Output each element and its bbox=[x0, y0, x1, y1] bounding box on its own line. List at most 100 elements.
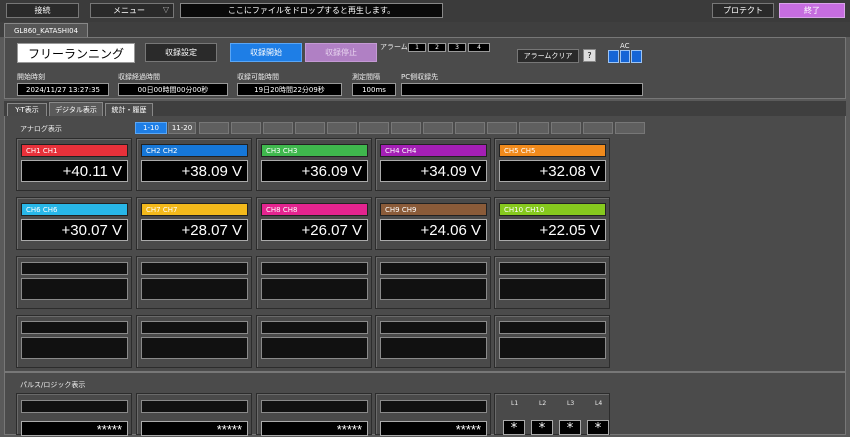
channel-value: +28.07 V bbox=[141, 219, 248, 241]
record-start-button[interactable]: 収録開始 bbox=[230, 43, 302, 62]
interval-value: 100ms bbox=[352, 83, 396, 96]
connect-button[interactable]: 接続 bbox=[6, 3, 79, 18]
elapsed-label: 収録経過時間 bbox=[118, 73, 160, 81]
start-time-value: 2024/11/27 13:27:35 bbox=[17, 83, 109, 96]
page-11-20-button[interactable]: 11-20 bbox=[168, 122, 196, 134]
power-indicator bbox=[608, 50, 643, 63]
ac-label: AC bbox=[620, 42, 630, 50]
alarm-indicator-2: 2 bbox=[428, 43, 446, 52]
file-drop-zone[interactable]: ここにファイルをドロップすると再生します。 bbox=[180, 3, 443, 18]
channel-value: +40.11 V bbox=[21, 160, 128, 182]
tab-device[interactable]: GL860_KATASHI04 bbox=[4, 23, 88, 37]
channel-name: CH9 CH9 bbox=[380, 203, 487, 216]
alarm-indicator-4: 4 bbox=[468, 43, 490, 52]
channel-name-empty bbox=[380, 262, 487, 275]
exit-button[interactable]: 終了 bbox=[779, 3, 845, 18]
channel-value-empty bbox=[21, 278, 128, 300]
channel-card[interactable]: CH8 CH8 +26.07 V bbox=[256, 197, 372, 250]
channel-value: +38.09 V bbox=[141, 160, 248, 182]
channel-name-empty bbox=[380, 321, 487, 334]
interval-label: 測定間隔 bbox=[352, 73, 380, 81]
channel-value-empty bbox=[380, 278, 487, 300]
channel-value: +26.07 V bbox=[261, 219, 368, 241]
logic-value: * bbox=[559, 420, 581, 436]
record-settings-button[interactable]: 収録設定 bbox=[145, 43, 217, 62]
elapsed-value: 00日00時間00分00秒 bbox=[118, 83, 228, 96]
pulse-name-empty bbox=[141, 400, 248, 413]
logic-value: * bbox=[503, 420, 525, 436]
channel-value: +22.05 V bbox=[499, 219, 606, 241]
channel-card-empty bbox=[494, 256, 610, 309]
page-button-blank bbox=[551, 122, 581, 134]
channel-card[interactable]: CH7 CH7 +28.07 V bbox=[136, 197, 252, 250]
channel-card-empty bbox=[256, 256, 372, 309]
channel-card[interactable]: CH4 CH4 +34.09 V bbox=[375, 138, 491, 191]
pulse-card[interactable]: ***** bbox=[16, 393, 132, 437]
channel-name: CH5 CH5 bbox=[499, 144, 606, 157]
help-button[interactable]: ? bbox=[583, 49, 596, 62]
channel-value-empty bbox=[141, 278, 248, 300]
channel-value-empty bbox=[21, 337, 128, 359]
channel-name: CH1 CH1 bbox=[21, 144, 128, 157]
tab-digital[interactable]: デジタル表示 bbox=[49, 102, 103, 116]
channel-name-empty bbox=[21, 321, 128, 334]
channel-name-empty bbox=[261, 321, 368, 334]
pc-dest-value bbox=[401, 83, 643, 96]
channel-card[interactable]: CH2 CH2 +38.09 V bbox=[136, 138, 252, 191]
page-button-blank bbox=[487, 122, 517, 134]
channel-name: CH10 CH10 bbox=[499, 203, 606, 216]
tab-yt[interactable]: Y-T表示 bbox=[7, 103, 47, 116]
channel-name-empty bbox=[499, 321, 606, 334]
channel-card[interactable]: CH10 CH10 +22.05 V bbox=[494, 197, 610, 250]
channel-value-empty bbox=[261, 278, 368, 300]
page-button-blank bbox=[295, 122, 325, 134]
page-button-blank bbox=[519, 122, 549, 134]
record-stop-button[interactable]: 収録停止 bbox=[305, 43, 377, 62]
pulse-value: ***** bbox=[21, 421, 128, 437]
pulse-card[interactable]: ***** bbox=[375, 393, 491, 437]
page-button-blank bbox=[455, 122, 485, 134]
channel-name: CH4 CH4 bbox=[380, 144, 487, 157]
channel-name: CH3 CH3 bbox=[261, 144, 368, 157]
channel-card-empty bbox=[375, 256, 491, 309]
pulse-value: ***** bbox=[141, 421, 248, 437]
logic-value: * bbox=[587, 420, 609, 436]
channel-name-empty bbox=[261, 262, 368, 275]
page-button-blank bbox=[423, 122, 453, 134]
analog-title: アナログ表示 bbox=[20, 125, 62, 133]
channel-card[interactable]: CH1 CH1 +40.11 V bbox=[16, 138, 132, 191]
alarm-indicator-1: 1 bbox=[408, 43, 426, 52]
channel-card[interactable]: CH3 CH3 +36.09 V bbox=[256, 138, 372, 191]
channel-value-empty bbox=[141, 337, 248, 359]
pulse-value: ***** bbox=[261, 421, 368, 437]
logic-label: L1 bbox=[511, 400, 519, 407]
alarm-clear-button[interactable]: アラームクリア bbox=[517, 49, 579, 63]
page-button-blank bbox=[583, 122, 613, 134]
logic-label: L3 bbox=[567, 400, 575, 407]
channel-card[interactable]: CH9 CH9 +24.06 V bbox=[375, 197, 491, 250]
pulse-name-empty bbox=[21, 400, 128, 413]
page-button-blank bbox=[391, 122, 421, 134]
pulse-value: ***** bbox=[380, 421, 487, 437]
logic-label: L4 bbox=[595, 400, 603, 407]
protect-button[interactable]: プロテクト bbox=[712, 3, 774, 18]
channel-card-empty bbox=[136, 315, 252, 368]
chevron-down-icon: ▽ bbox=[162, 5, 169, 14]
pulse-card[interactable]: ***** bbox=[136, 393, 252, 437]
channel-name: CH7 CH7 bbox=[141, 203, 248, 216]
page-button-blank bbox=[263, 122, 293, 134]
channel-value: +36.09 V bbox=[261, 160, 368, 182]
channel-card[interactable]: CH5 CH5 +32.08 V bbox=[494, 138, 610, 191]
tab-stats[interactable]: 統計・履歴 bbox=[105, 103, 153, 116]
channel-name-empty bbox=[499, 262, 606, 275]
pulse-card[interactable]: ***** bbox=[256, 393, 372, 437]
device-tab-strip bbox=[0, 22, 850, 37]
page-1-10-button[interactable]: 1-10 bbox=[135, 122, 167, 134]
page-button-blank bbox=[231, 122, 261, 134]
channel-card-empty bbox=[494, 315, 610, 368]
channel-card[interactable]: CH6 CH6 +30.07 V bbox=[16, 197, 132, 250]
remaining-label: 収録可能時間 bbox=[237, 73, 279, 81]
page-button-blank bbox=[615, 122, 645, 134]
menu-button[interactable]: メニュー ▽ bbox=[90, 3, 174, 18]
channel-card-empty bbox=[256, 315, 372, 368]
